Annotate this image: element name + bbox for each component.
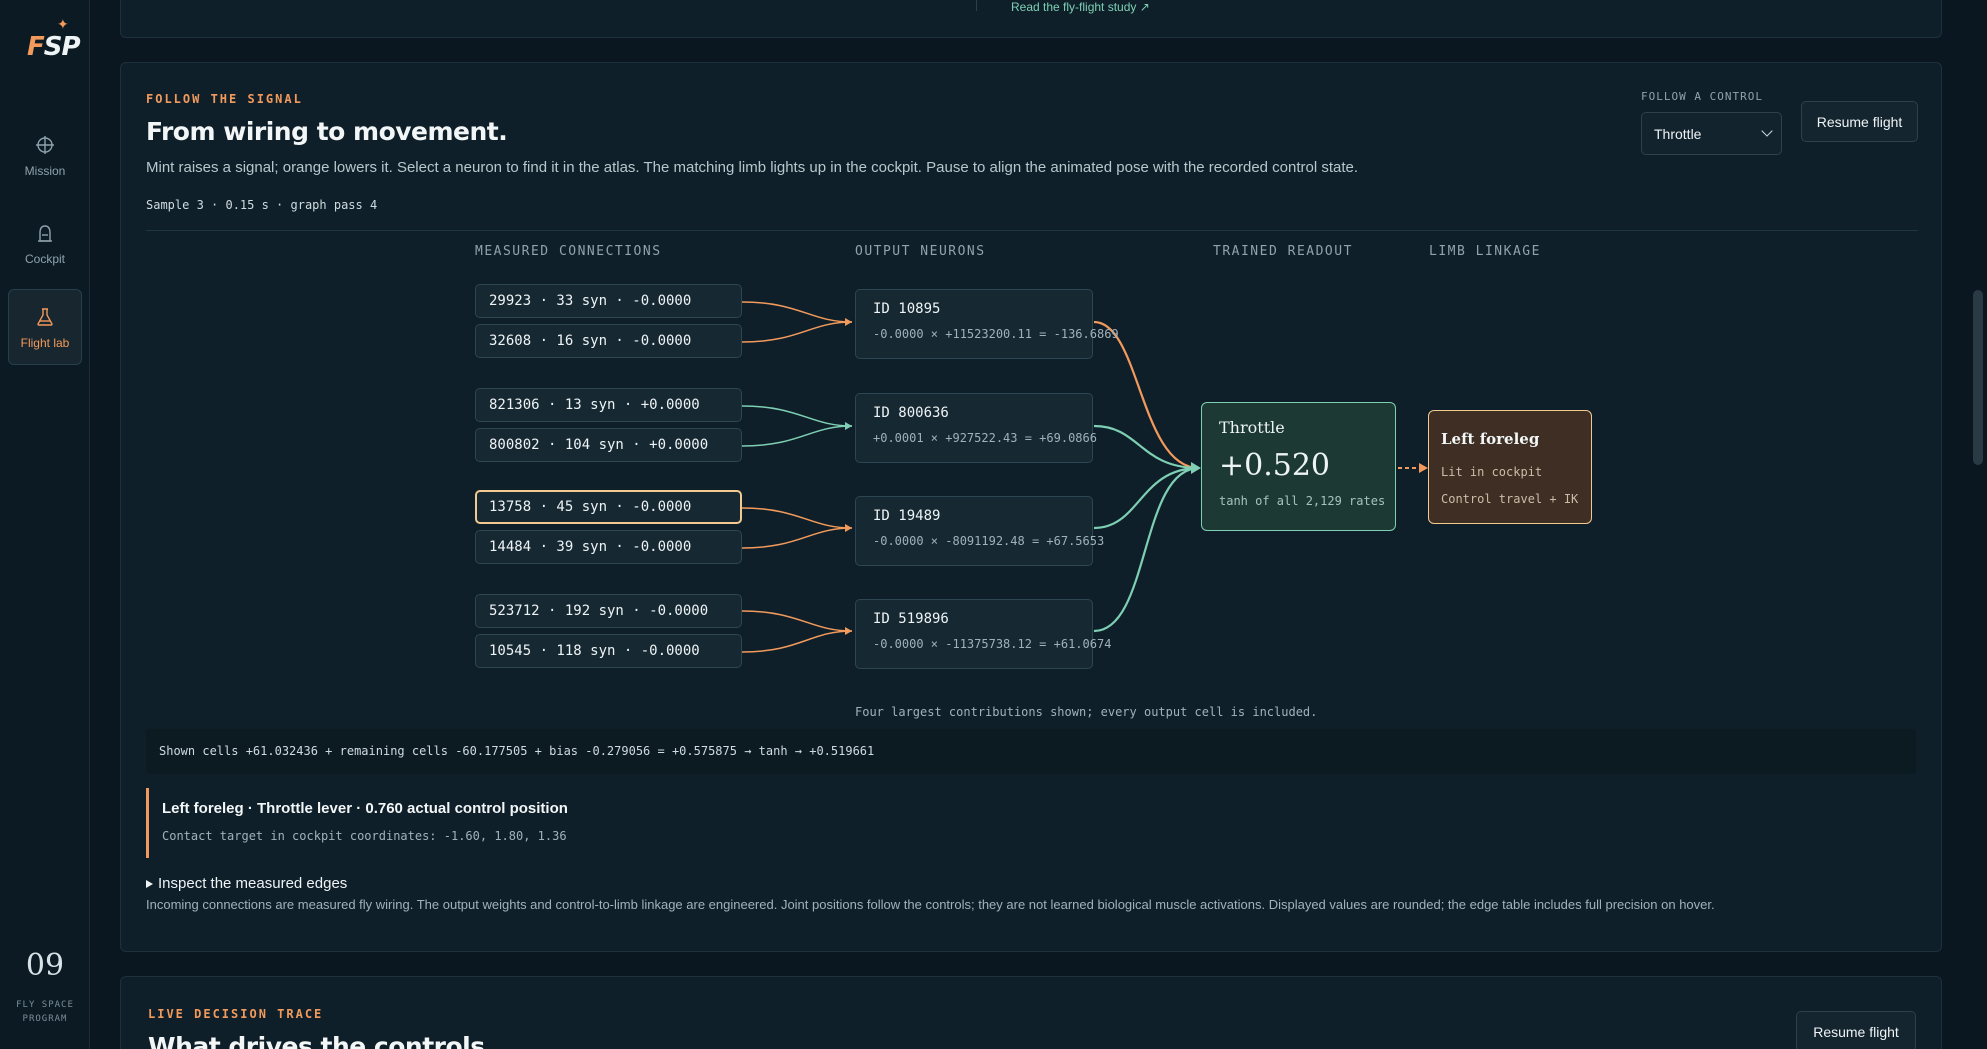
output-neuron-id: ID 10895 — [873, 301, 941, 317]
wire-out-2 — [1093, 466, 1200, 530]
output-neuron[interactable]: ID 800636 +0.0001 × +927522.43 = +69.086… — [855, 393, 1097, 463]
limb-linkage-node[interactable]: Left foreleg Lit in cockpit Control trav… — [1428, 410, 1592, 524]
limb-method: Control travel + IK — [1441, 492, 1579, 506]
arrowhead-out-3 — [845, 627, 852, 635]
wire-conn-6 — [741, 610, 853, 632]
scrollbar-thumb[interactable] — [1973, 290, 1983, 465]
trace-title: What drives the controls — [148, 1032, 485, 1049]
arrowhead-out-1 — [845, 422, 852, 430]
limb-callout: Left foreleg · Throttle lever · 0.760 ac… — [146, 788, 846, 858]
wire-conn-0 — [741, 301, 853, 323]
decision-trace-card: LIVE DECISION TRACE What drives the cont… — [120, 976, 1942, 1049]
caret-right-icon — [146, 880, 153, 888]
limb-title: Left foreleg — [1441, 430, 1540, 448]
wire-conn-7 — [741, 630, 853, 653]
connection-node[interactable]: 821306 · 13 syn · +0.0000 — [475, 388, 742, 422]
readout-equation: Shown cells +61.032436 + remaining cells… — [146, 729, 1916, 774]
arrowhead-limb — [1419, 463, 1428, 473]
output-neuron-formula: -0.0000 × -11375738.12 = +61.0674 — [873, 637, 1112, 651]
limb-status: Lit in cockpit — [1441, 465, 1543, 479]
inspect-edges-label: Inspect the measured edges — [158, 875, 348, 892]
callout-subtitle: Contact target in cockpit coordinates: -… — [162, 829, 567, 843]
disclaimer-text: Incoming connections are measured fly wi… — [146, 897, 1715, 912]
arrowhead-out-2 — [845, 524, 852, 532]
arrowhead-readout — [1191, 462, 1201, 474]
wire-conn-2 — [741, 405, 853, 427]
output-neuron[interactable]: ID 519896 -0.0000 × -11375738.12 = +61.0… — [855, 599, 1111, 669]
wire-out-1 — [1093, 424, 1200, 470]
diagram-footnote: Four largest contributions shown; every … — [855, 705, 1318, 719]
connection-node[interactable]: 523712 · 192 syn · -0.0000 — [475, 594, 742, 628]
wire-conn-3 — [741, 425, 853, 447]
page-scrollbar[interactable] — [1969, 0, 1987, 1049]
readout-value: +0.520 — [1219, 448, 1331, 483]
trained-readout-node[interactable]: Throttle +0.520 tanh of all 2,129 rates — [1201, 402, 1396, 531]
connection-node[interactable]: 14484 · 39 syn · -0.0000 — [475, 530, 742, 564]
callout-title: Left foreleg · Throttle lever · 0.760 ac… — [162, 800, 568, 817]
arrowhead-out-0 — [845, 318, 852, 326]
output-neuron-formula: -0.0000 × -8091192.48 = +67.5653 — [873, 534, 1105, 548]
wire-conn-5 — [741, 527, 853, 549]
connection-node[interactable]: 10545 · 118 syn · -0.0000 — [475, 634, 742, 668]
readout-title: Throttle — [1219, 418, 1285, 437]
connection-node[interactable]: 29923 · 33 syn · -0.0000 — [475, 284, 742, 318]
connection-node[interactable]: 32608 · 16 syn · -0.0000 — [475, 324, 742, 358]
output-neuron-id: ID 519896 — [873, 611, 949, 627]
output-neuron-formula: +0.0001 × +927522.43 = +69.0866 — [873, 431, 1097, 445]
wire-out-0 — [1093, 320, 1200, 470]
trace-resume-flight-button[interactable]: Resume flight — [1796, 1011, 1916, 1049]
trace-eyebrow: LIVE DECISION TRACE — [148, 1007, 324, 1021]
output-neuron[interactable]: ID 19489 -0.0000 × -8091192.48 = +67.565… — [855, 496, 1104, 566]
wire-conn-1 — [741, 321, 853, 343]
output-neuron-id: ID 19489 — [873, 508, 941, 524]
connection-node-selected[interactable]: 13758 · 45 syn · -0.0000 — [475, 490, 742, 524]
output-neuron[interactable]: ID 10895 -0.0000 × +11523200.11 = -136.6… — [855, 289, 1119, 359]
inspect-edges-toggle[interactable]: Inspect the measured edges — [146, 875, 347, 892]
output-neuron-id: ID 800636 — [873, 405, 949, 421]
output-neuron-formula: -0.0000 × +11523200.11 = -136.6869 — [873, 327, 1119, 341]
readout-subtitle: tanh of all 2,129 rates — [1219, 494, 1386, 508]
connection-node[interactable]: 800802 · 104 syn · +0.0000 — [475, 428, 742, 462]
wire-conn-4 — [741, 507, 853, 529]
